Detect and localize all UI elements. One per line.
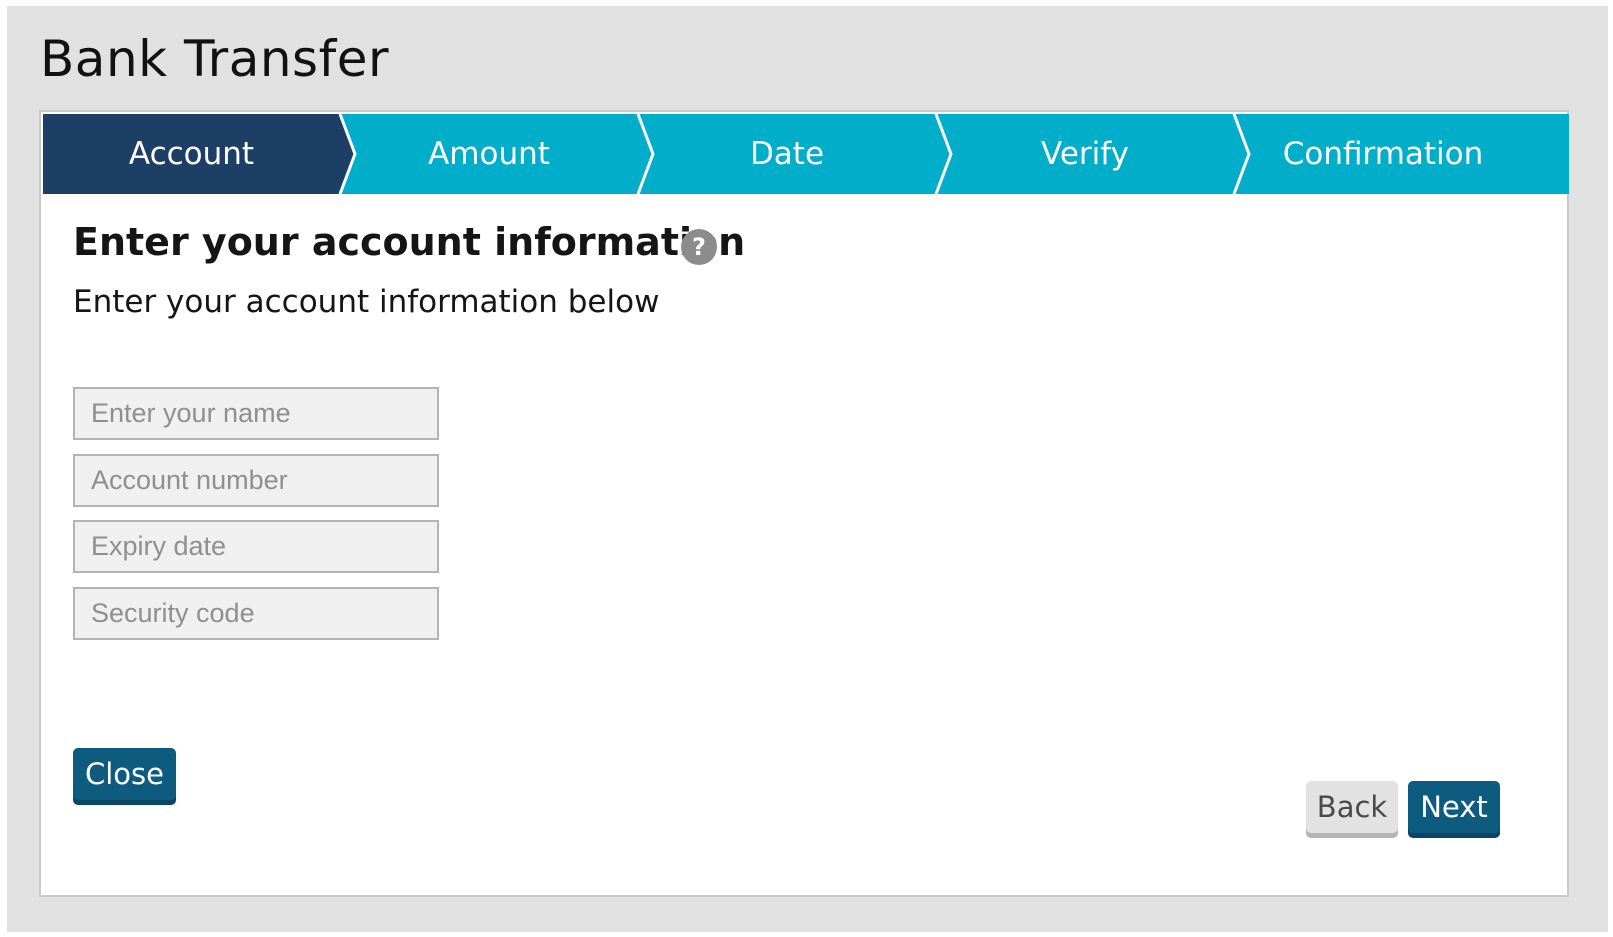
next-button[interactable]: Next: [1408, 781, 1500, 833]
security-code-input[interactable]: [73, 587, 439, 640]
step-date[interactable]: Date: [638, 114, 936, 194]
step-account[interactable]: Account: [43, 114, 340, 194]
wizard-panel: Account Amount Date Verify Confirmation …: [39, 110, 1569, 897]
expiry-date-input[interactable]: [73, 520, 439, 573]
page-title: Bank Transfer: [40, 30, 390, 88]
step-verify[interactable]: Verify: [936, 114, 1234, 194]
section-description: Enter your account information below: [73, 284, 660, 320]
name-input[interactable]: [73, 387, 439, 440]
question-mark-icon[interactable]: ?: [681, 229, 717, 265]
section-title: Enter your account information: [73, 220, 746, 264]
close-button[interactable]: Close: [73, 748, 176, 800]
wizard-steps: Account Amount Date Verify Confirmation: [43, 114, 1569, 194]
back-button[interactable]: Back: [1306, 781, 1398, 833]
step-confirmation[interactable]: Confirmation: [1234, 114, 1532, 194]
account-number-input[interactable]: [73, 454, 439, 507]
step-amount[interactable]: Amount: [340, 114, 638, 194]
app-window: Bank Transfer Account Amount Date Verify…: [7, 6, 1608, 932]
